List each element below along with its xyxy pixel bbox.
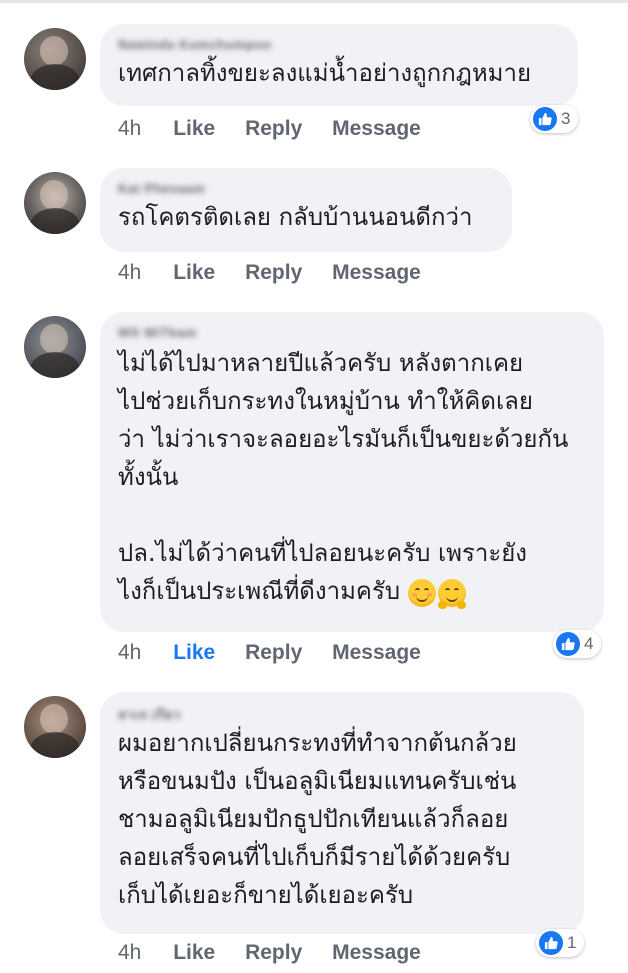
avatar[interactable] bbox=[24, 316, 86, 378]
message-button[interactable]: Message bbox=[332, 641, 421, 664]
comment-actions: 4h Like Reply Message bbox=[118, 117, 445, 141]
thumbs-up-icon bbox=[556, 632, 580, 656]
comment-text: ผมอยากเปลี่ยนกระทงที่ทำจากต้นกล้วย หรือข… bbox=[118, 729, 517, 909]
thumbs-up-icon bbox=[533, 107, 557, 131]
reply-button[interactable]: Reply bbox=[245, 641, 302, 664]
comment-actions: 4h Like Reply Message bbox=[118, 261, 445, 285]
reaction-count: 1 bbox=[567, 933, 577, 952]
comment-timestamp[interactable]: 4h bbox=[118, 941, 141, 964]
emoji-group bbox=[408, 573, 468, 611]
reaction-count-badge[interactable]: 3 bbox=[530, 105, 579, 133]
comment-author[interactable]: ลาเจ เกียว bbox=[118, 704, 566, 724]
comment-text: รถโคตรติดเลย กลับบ้านนอนดีกว่า bbox=[118, 203, 473, 231]
comment-timestamp[interactable]: 4h bbox=[118, 117, 141, 140]
reply-button[interactable]: Reply bbox=[245, 941, 302, 964]
comment-actions: 4h Like Reply Message bbox=[118, 641, 445, 665]
comment-author[interactable]: Nawinda Kumchumpoo bbox=[118, 36, 560, 56]
comment-timestamp[interactable]: 4h bbox=[118, 641, 141, 664]
hugging-face-icon bbox=[438, 579, 467, 609]
comment-bubble: Kat Phesaam รถโคตรติดเลย กลับบ้านนอนดีกว… bbox=[100, 168, 512, 252]
like-button[interactable]: Like bbox=[173, 117, 215, 140]
like-button[interactable]: Like bbox=[173, 641, 215, 664]
comment-bubble: WS WiTkam ไม่ได้ไปมาหลายปีแล้วครับ หลังต… bbox=[100, 312, 604, 632]
top-divider bbox=[0, 0, 628, 3]
comment-bubble: Nawinda Kumchumpoo เทศกาลทิ้งขยะลงแม่น้ำ… bbox=[100, 24, 578, 106]
like-button[interactable]: Like bbox=[173, 941, 215, 964]
reaction-count: 3 bbox=[561, 109, 571, 128]
comment-author[interactable]: WS WiTkam bbox=[118, 324, 586, 344]
avatar[interactable] bbox=[24, 28, 86, 90]
reaction-count: 4 bbox=[584, 634, 594, 653]
reply-button[interactable]: Reply bbox=[245, 117, 302, 140]
message-button[interactable]: Message bbox=[332, 117, 421, 140]
reaction-count-badge[interactable]: 4 bbox=[553, 630, 602, 658]
reply-button[interactable]: Reply bbox=[245, 261, 302, 284]
message-button[interactable]: Message bbox=[332, 941, 421, 964]
like-button[interactable]: Like bbox=[173, 261, 215, 284]
reaction-count-badge[interactable]: 1 bbox=[536, 929, 585, 957]
smiling-face-icon bbox=[408, 579, 437, 607]
avatar[interactable] bbox=[24, 172, 86, 234]
comment-text: ไม่ได้ไปมาหลายปีแล้วครับ หลังตากเคย ไปช่… bbox=[118, 344, 586, 611]
avatar[interactable] bbox=[24, 696, 86, 758]
comment-timestamp[interactable]: 4h bbox=[118, 261, 141, 284]
message-button[interactable]: Message bbox=[332, 261, 421, 284]
comment-author[interactable]: Kat Phesaam bbox=[118, 180, 494, 200]
comment-bubble: ลาเจ เกียว ผมอยากเปลี่ยนกระทงที่ทำจากต้น… bbox=[100, 692, 584, 934]
comment-actions: 4h Like Reply Message bbox=[118, 941, 445, 965]
thumbs-up-icon bbox=[539, 931, 563, 955]
comment-text: เทศกาลทิ้งขยะลงแม่น้ำอย่างถูกกฎหมาย bbox=[118, 59, 532, 87]
